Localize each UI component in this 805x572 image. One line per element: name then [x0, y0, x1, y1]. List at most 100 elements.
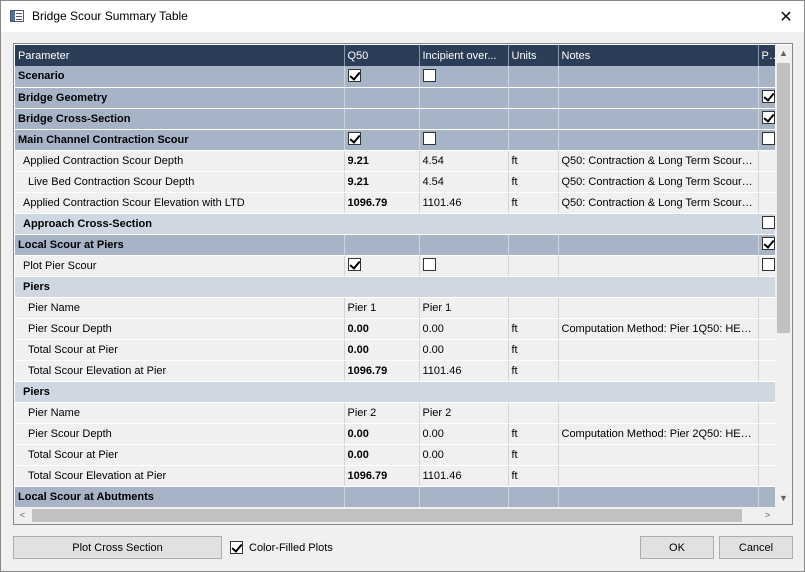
plot-cell[interactable]	[758, 465, 776, 487]
q50-cell[interactable]	[344, 381, 420, 403]
incipient-cell[interactable]	[419, 87, 509, 109]
plot-cell[interactable]	[758, 423, 776, 445]
scroll-right-icon[interactable]: >	[759, 507, 776, 524]
incipient-cell[interactable]	[419, 381, 509, 403]
scroll-down-icon[interactable]: ▼	[775, 490, 792, 507]
plot-cell[interactable]	[758, 213, 776, 235]
incipient-cell[interactable]	[419, 66, 509, 88]
section-row-scenario[interactable]: Scenario	[15, 66, 776, 88]
plot-cell[interactable]	[758, 402, 776, 424]
section-row-local-scour-at-piers[interactable]: Local Scour at Piers	[15, 234, 776, 256]
table-row-pier-name[interactable]: Pier Name Pier 1 Pier 1	[15, 297, 776, 319]
incipient-cell[interactable]: 1101.46	[419, 465, 509, 487]
cancel-button[interactable]: Cancel	[719, 536, 793, 559]
incipient-cell[interactable]: 0.00	[419, 339, 509, 361]
horizontal-scrollbar[interactable]: < >	[14, 507, 776, 524]
q50-cell[interactable]	[344, 108, 420, 130]
incipient-checkbox[interactable]	[422, 258, 436, 272]
incipient-cell[interactable]: 4.54	[419, 150, 509, 172]
incipient-cell[interactable]: Pier 2	[419, 402, 509, 424]
col-header-parameter[interactable]: Parameter	[15, 45, 345, 66]
plot-cell[interactable]	[758, 192, 776, 214]
incipient-cell[interactable]	[419, 234, 509, 256]
section-row-approach-cross-section[interactable]: Approach Cross-Section	[15, 213, 776, 235]
q50-cell[interactable]	[344, 87, 420, 109]
table-row-pier-scour-depth[interactable]: Pier Scour Depth 0.00 0.00 ft Computation Me…	[15, 318, 776, 340]
table-row-plot-pier-scour[interactable]: Plot Pier Scour	[15, 255, 776, 277]
col-header-plot[interactable]: Plo	[758, 45, 776, 66]
incipient-cell[interactable]	[419, 486, 509, 508]
q50-cell[interactable]: Pier 2	[344, 402, 420, 424]
q50-cell[interactable]: 0.00	[344, 423, 420, 445]
plot-cell[interactable]	[758, 234, 776, 256]
horizontal-scroll-thumb[interactable]	[32, 509, 742, 522]
q50-cell[interactable]: 9.21	[344, 171, 420, 193]
col-header-units[interactable]: Units	[508, 45, 559, 66]
plot-cell[interactable]	[758, 339, 776, 361]
scroll-left-icon[interactable]: <	[14, 507, 31, 524]
plot-cell[interactable]	[758, 87, 776, 109]
q50-cell[interactable]: 0.00	[344, 444, 420, 466]
section-row-piers[interactable]: Piers	[15, 381, 776, 403]
section-row-piers[interactable]: Piers	[15, 276, 776, 298]
plot-cell[interactable]	[758, 276, 776, 298]
table-row-pier-name[interactable]: Pier Name Pier 2 Pier 2	[15, 402, 776, 424]
table-row-total-scour-elevation-at-pier[interactable]: Total Scour Elevation at Pier 1096.79 1101…	[15, 360, 776, 382]
color-filled-plots-option[interactable]: Color-Filled Plots	[230, 540, 333, 554]
q50-cell[interactable]: 9.21	[344, 150, 420, 172]
section-row-bridge-geometry[interactable]: Bridge Geometry	[15, 87, 776, 109]
table-row-applied-contraction-scour-elevation-with-ltd[interactable]: Applied Contraction Scour Elevation with…	[15, 192, 776, 214]
table-row-total-scour-at-pier[interactable]: Total Scour at Pier 0.00 0.00 ft	[15, 339, 776, 361]
incipient-checkbox[interactable]	[422, 132, 436, 146]
q50-cell[interactable]: 1096.79	[344, 360, 420, 382]
incipient-cell[interactable]	[419, 213, 509, 235]
incipient-checkbox[interactable]	[422, 68, 436, 82]
q50-cell[interactable]: 0.00	[344, 339, 420, 361]
incipient-cell[interactable]: Pier 1	[419, 297, 509, 319]
plot-checkbox[interactable]	[761, 132, 774, 146]
plot-cell[interactable]	[758, 108, 776, 130]
q50-checkbox[interactable]	[347, 258, 361, 272]
incipient-cell[interactable]: 1101.46	[419, 192, 509, 214]
incipient-cell[interactable]	[419, 255, 509, 277]
q50-cell[interactable]: 0.00	[344, 318, 420, 340]
plot-cell[interactable]	[758, 255, 776, 277]
table-row-pier-scour-depth[interactable]: Pier Scour Depth 0.00 0.00 ft Computation Me…	[15, 423, 776, 445]
q50-cell[interactable]	[344, 276, 420, 298]
q50-cell[interactable]	[344, 129, 420, 151]
q50-cell[interactable]	[344, 66, 420, 88]
plot-cell[interactable]	[758, 129, 776, 151]
q50-cell[interactable]	[344, 234, 420, 256]
close-button[interactable]: ✕	[768, 1, 804, 32]
scour-summary-grid[interactable]: Parameter Q50 Incipient over... Units No…	[13, 43, 793, 525]
q50-cell[interactable]: 1096.79	[344, 192, 420, 214]
incipient-cell[interactable]: 4.54	[419, 171, 509, 193]
scroll-up-icon[interactable]: ▲	[775, 45, 792, 62]
q50-cell[interactable]: 1096.79	[344, 465, 420, 487]
section-row-local-scour-at-abutments[interactable]: Local Scour at Abutments	[15, 486, 776, 508]
q50-cell[interactable]	[344, 213, 420, 235]
plot-cell[interactable]	[758, 66, 776, 88]
incipient-cell[interactable]: 1101.46	[419, 360, 509, 382]
plot-cell[interactable]	[758, 150, 776, 172]
vertical-scrollbar[interactable]: ▲ ▼	[775, 45, 792, 507]
section-row-bridge-cross-section[interactable]: Bridge Cross-Section	[15, 108, 776, 130]
plot-cell[interactable]	[758, 318, 776, 340]
table-row-total-scour-at-pier[interactable]: Total Scour at Pier 0.00 0.00 ft	[15, 444, 776, 466]
q50-checkbox[interactable]	[347, 68, 361, 82]
incipient-cell[interactable]	[419, 108, 509, 130]
plot-checkbox[interactable]	[761, 237, 774, 251]
plot-cell[interactable]	[758, 444, 776, 466]
table-row-applied-contraction-scour-depth[interactable]: Applied Contraction Scour Depth 9.21 4.54 f…	[15, 150, 776, 172]
q50-checkbox[interactable]	[347, 132, 361, 146]
incipient-cell[interactable]	[419, 129, 509, 151]
incipient-cell[interactable]	[419, 276, 509, 298]
incipient-cell[interactable]: 0.00	[419, 423, 509, 445]
plot-checkbox[interactable]	[761, 111, 774, 125]
col-header-notes[interactable]: Notes	[558, 45, 759, 66]
col-header-incipient[interactable]: Incipient over...	[419, 45, 509, 66]
incipient-cell[interactable]: 0.00	[419, 318, 509, 340]
plot-checkbox[interactable]	[761, 90, 774, 104]
table-row-live-bed-contraction-scour-depth[interactable]: Live Bed Contraction Scour Depth 9.21 4.54…	[15, 171, 776, 193]
q50-cell[interactable]	[344, 255, 420, 277]
